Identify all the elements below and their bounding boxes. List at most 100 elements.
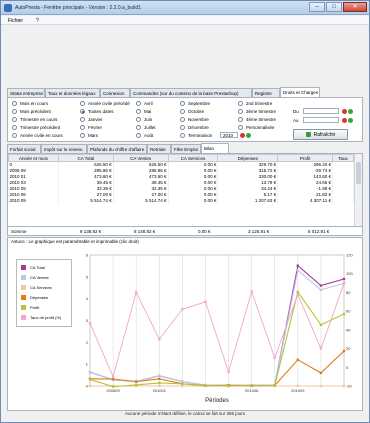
col-header-ca-total[interactable]: CA Total	[57, 154, 114, 162]
period-option-label: Année civile précédé	[88, 101, 130, 106]
radio-icon[interactable]	[180, 109, 185, 114]
period-option-personnalis-e[interactable]: Personnalisée	[238, 125, 275, 130]
menu-fichier[interactable]: Fichier	[8, 18, 23, 24]
radio-icon[interactable]	[136, 125, 141, 130]
refresh-button[interactable]: Rafraîchir	[293, 129, 348, 140]
col-header-ca-services[interactable]: CA Services	[167, 154, 219, 162]
radio-icon[interactable]	[12, 125, 17, 130]
tab-fete-emploi[interactable]: Fête Emploi	[171, 144, 201, 153]
date-to-increase-icon[interactable]	[348, 118, 353, 123]
date-to-decrease-icon[interactable]	[342, 118, 347, 123]
period-option-trimestre-en-cours[interactable]: Trimestre en cours	[12, 117, 57, 122]
tab-commandes[interactable]: Commandes (sur du contenu de la base Pre…	[130, 88, 252, 97]
radio-icon[interactable]	[238, 109, 243, 114]
radio-icon[interactable]	[12, 117, 17, 122]
radio-icon[interactable]	[180, 117, 185, 122]
period-option-ann-e-civile-pr-c-d-[interactable]: Année civile précédé	[80, 101, 130, 106]
period-option-ao-t[interactable]: Août	[136, 133, 153, 138]
tab-bilan[interactable]: Bilan	[201, 143, 229, 153]
radio-icon[interactable]	[238, 101, 243, 106]
period-option-d-cembre[interactable]: Décembre	[180, 125, 209, 130]
radio-icon[interactable]	[80, 125, 85, 130]
year-increase-icon[interactable]	[246, 133, 251, 138]
tab-taux-donnees[interactable]: Taux et données légaux	[45, 88, 100, 97]
col-header-ca-ventes[interactable]: CA Ventes	[112, 154, 169, 162]
period-option-toutes-dates[interactable]: Toutes dates	[80, 109, 114, 114]
tab-impot-revenu[interactable]: Impôt sur le revenu	[41, 144, 87, 153]
radio-icon[interactable]	[80, 101, 85, 106]
period-option-janvier[interactable]: Janvier	[80, 117, 103, 122]
y-right-tick-label: 80	[346, 290, 351, 295]
radio-icon[interactable]	[180, 133, 185, 138]
radio-icon[interactable]	[238, 125, 243, 130]
period-option-3-me-trimestre[interactable]: 3ème trimestre	[238, 109, 276, 114]
radio-icon[interactable]	[180, 125, 185, 130]
col-header-annee[interactable]: Année et mois	[8, 154, 59, 162]
date-to-field[interactable]	[303, 117, 339, 123]
period-option-4-me-trimestre[interactable]: 4ème trimestre	[238, 117, 276, 122]
period-option-octobre[interactable]: Octobre	[180, 109, 204, 114]
col-header-taux[interactable]: Taux	[331, 154, 355, 162]
radio-icon[interactable]	[136, 117, 141, 122]
radio-icon[interactable]	[136, 101, 141, 106]
maximize-button[interactable]: □	[326, 2, 342, 12]
status-bar: Aucune période n'étant définie, le calcu…	[125, 411, 245, 416]
menu-help[interactable]: ?	[36, 18, 39, 24]
date-from-increase-icon[interactable]	[348, 109, 353, 114]
y-left-tick-label: 4	[86, 296, 89, 301]
radio-icon[interactable]	[12, 133, 17, 138]
radio-icon[interactable]	[238, 117, 243, 122]
data-point	[273, 384, 276, 387]
tab-connexion[interactable]: Connexion	[100, 88, 130, 97]
period-option-septembre[interactable]: Septembre	[180, 101, 210, 106]
period-option-label: 4ème trimestre	[246, 117, 277, 122]
table-cell: 2010 09	[8, 197, 59, 204]
period-option-avril[interactable]: Avril	[136, 101, 153, 106]
year-field[interactable]: 2010	[220, 132, 238, 138]
x-tick-label: 201001	[153, 388, 167, 393]
data-point	[342, 277, 346, 281]
radio-icon[interactable]	[136, 133, 141, 138]
radio-icon[interactable]	[80, 109, 85, 114]
period-option-2nd-trimestre[interactable]: 2nd trimestre	[238, 101, 272, 106]
radio-icon[interactable]	[80, 133, 85, 138]
period-option-mois-pr-c-dent[interactable]: Mois précédent	[12, 109, 51, 114]
period-option-label: Mars	[88, 133, 98, 138]
tab-statut-entreprise[interactable]: Statut entreprise	[7, 88, 45, 97]
chart-panel[interactable]: Astuce : Le graphique est paramétrable e…	[7, 237, 363, 411]
date-from-field[interactable]	[303, 108, 339, 114]
tab-plafonds[interactable]: Plafonds du chiffre d'affaire	[87, 144, 147, 153]
radio-icon[interactable]	[80, 117, 85, 122]
period-option-label: Trimestre en cours	[20, 117, 58, 122]
col-header-profit[interactable]: Profit	[277, 154, 333, 162]
period-option-mars[interactable]: Mars	[80, 133, 98, 138]
minimize-button[interactable]: –	[309, 2, 325, 12]
period-option-juin[interactable]: Juin	[136, 117, 152, 122]
radio-icon[interactable]	[180, 101, 185, 106]
period-option-ann-e-civile-en-cours[interactable]: Année civile en cours	[12, 133, 63, 138]
period-option-mois-en-cours[interactable]: Mois en cours	[12, 101, 48, 106]
data-point	[296, 269, 300, 272]
period-option-mai[interactable]: Mai	[136, 109, 151, 114]
table-scrollbar[interactable]	[354, 154, 362, 226]
tab-droits-charges[interactable]: Droits et Charges	[280, 87, 320, 97]
table-row[interactable]: 2010 09 5 514.74 €5 514.74 €0.00 €1 207.6…	[8, 197, 355, 204]
period-option-novembre[interactable]: Novembre	[180, 117, 209, 122]
close-button[interactable]: ✕	[343, 2, 367, 12]
radio-icon[interactable]	[12, 101, 17, 106]
radio-icon[interactable]	[12, 109, 17, 114]
data-point	[319, 347, 323, 350]
y-left-tick-label: 5	[86, 274, 89, 279]
tab-retraite[interactable]: Retraite	[147, 144, 171, 153]
period-option-f-vrier[interactable]: Février	[80, 125, 102, 130]
period-option-terminaison[interactable]: Terminaison	[180, 133, 212, 138]
tab-forfait-social[interactable]: Forfait social	[7, 144, 41, 153]
period-option-juillet[interactable]: Juillet	[136, 125, 156, 130]
year-decrease-icon[interactable]	[240, 133, 245, 138]
tab-registre[interactable]: Registre	[252, 88, 280, 97]
date-from-decrease-icon[interactable]	[342, 109, 347, 114]
table-cell	[332, 197, 355, 204]
radio-icon[interactable]	[136, 109, 141, 114]
period-option-trimestre-pr-c-dent[interactable]: Trimestre précédent	[12, 125, 60, 130]
col-header-depenses[interactable]: Dépenses	[217, 154, 279, 162]
